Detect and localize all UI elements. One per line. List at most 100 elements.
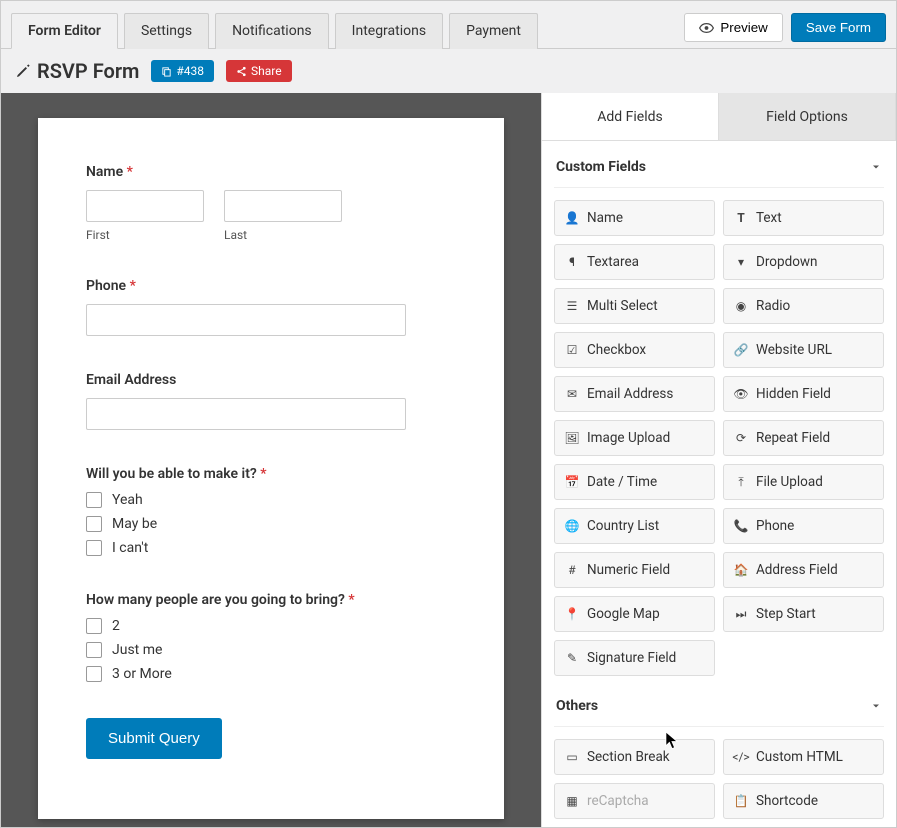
people-option[interactable]: Just me [86,642,456,658]
checkbox-icon[interactable] [86,492,102,508]
field-button-label: Section Break [587,749,670,765]
checkbox-icon[interactable] [86,666,102,682]
field-button-image-upload[interactable]: 🖼Image Upload [554,420,715,456]
last-name-input[interactable] [224,190,342,222]
required-asterisk: * [127,164,133,180]
people-label: How many people are you going to bring? … [86,592,456,608]
copy-icon [161,66,172,77]
section-custom-fields[interactable]: Custom Fields [554,145,884,188]
field-button-date-time[interactable]: 📅Date / Time [554,464,715,500]
preview-label: Preview [720,20,767,35]
shortcode-pill[interactable]: #438 [151,60,214,82]
email-label: Email Address [86,372,456,388]
page-title: RSVP Form [15,59,139,83]
tab-payment[interactable]: Payment [449,13,538,49]
chevron-down-icon [870,700,882,712]
tab-notifications[interactable]: Notifications [215,13,329,49]
tab-form-editor[interactable]: Form Editor [11,13,118,49]
people-option[interactable]: 3 or More [86,666,456,682]
field-people: How many people are you going to bring? … [86,592,456,682]
field-button-numeric-field[interactable]: # Numeric Field [554,552,715,588]
save-button[interactable]: Save Form [791,13,886,42]
field-button-shortcode[interactable]: 📋Shortcode [723,783,884,819]
step-icon: ⏭ [734,607,748,622]
submit-button[interactable]: Submit Query [86,718,222,759]
field-button-label: Numeric Field [587,562,670,578]
field-button-label: File Upload [756,474,823,490]
attend-label: Will you be able to make it? * [86,466,456,482]
field-button-name[interactable]: 👤Name [554,200,715,236]
image-icon: 🖼 [565,431,579,445]
tab-settings[interactable]: Settings [124,13,209,49]
checkbox-icon[interactable] [86,516,102,532]
field-button-label: Signature Field [587,650,676,666]
drop-icon: ▾ [734,255,748,269]
people-option[interactable]: 2 [86,618,456,634]
list-icon: ☰ [565,299,579,313]
checkbox-icon[interactable] [86,642,102,658]
field-button-signature-field[interactable]: ✎ Signature Field [554,640,715,676]
field-button-radio[interactable]: ◉ Radio [723,288,884,324]
eye-icon [699,22,714,34]
tab-add-label: Add Fields [597,109,663,125]
people-option-label: 2 [112,618,120,634]
radio-icon: ◉ [734,299,748,313]
field-button-dropdown[interactable]: ▾Dropdown [723,244,884,280]
field-button-repeat-field[interactable]: ⟳ Repeat Field [723,420,884,456]
field-button-label: Textarea [587,254,639,270]
user-icon: 👤 [565,211,579,225]
tab-options-label: Field Options [766,109,848,125]
email-input[interactable] [86,398,406,430]
repeat-icon: ⟳ [734,431,748,445]
save-label: Save Form [806,20,871,35]
section-others[interactable]: Others [554,684,884,727]
field-button-multi-select[interactable]: ☰Multi Select [554,288,715,324]
attend-option[interactable]: Yeah [86,492,456,508]
field-button-phone[interactable]: 📞Phone [723,508,884,544]
field-button-country-list[interactable]: 🌐Country List [554,508,715,544]
field-button-label: Text [756,210,782,226]
upload-icon: ⤒ [734,475,748,490]
field-button-google-map[interactable]: 📍Google Map [554,596,715,632]
field-button-text[interactable]: 𝐓Text [723,200,884,236]
field-button-label: Radio [756,298,790,314]
hash-icon: # [565,563,579,577]
field-button-label: Date / Time [587,474,657,490]
checkbox-icon[interactable] [86,540,102,556]
attend-option-label: Yeah [112,492,143,508]
field-button-textarea[interactable]: ¶Textarea [554,244,715,280]
form-canvas[interactable]: Name * First Last [1,93,541,827]
field-button-label: Checkbox [587,342,646,358]
attend-option[interactable]: May be [86,516,456,532]
field-button-hidden-field[interactable]: 👁Hidden Field [723,376,884,412]
sign-icon: ✎ [565,651,579,665]
title-text: RSVP Form [37,59,139,83]
attend-option[interactable]: I can't [86,540,456,556]
share-pill[interactable]: Share [226,60,292,82]
field-button-website-url[interactable]: 🔗Website URL [723,332,884,368]
field-button-checkbox[interactable]: ☑Checkbox [554,332,715,368]
phone-input[interactable] [86,304,406,336]
right-scroll[interactable]: Custom Fields 👤Name𝐓Text¶Textarea▾Dropdo… [542,141,896,827]
field-button-email-address[interactable]: ✉Email Address [554,376,715,412]
attend-option-label: I can't [112,540,148,556]
field-button-custom-html[interactable]: </>Custom HTML [723,739,884,775]
attend-option-label: May be [112,516,157,532]
section-custom-label: Custom Fields [556,159,646,175]
field-button-address-field[interactable]: 🏠Address Field [723,552,884,588]
addr-icon: 🏠 [734,563,748,577]
tab-add-fields[interactable]: Add Fields [542,93,719,140]
top-tabs: Form EditorSettingsNotificationsIntegrat… [1,1,896,49]
tab-field-options[interactable]: Field Options [719,93,896,140]
first-name-input[interactable] [86,190,204,222]
field-button-section-break[interactable]: ▭Section Break [554,739,715,775]
field-button-label: Repeat Field [756,430,830,446]
field-button-file-upload[interactable]: ⤒ File Upload [723,464,884,500]
tab-integrations[interactable]: Integrations [335,13,443,49]
checkbox-icon[interactable] [86,618,102,634]
right-panel: Add Fields Field Options Custom Fields 👤… [541,93,896,827]
pencil-icon [15,63,31,79]
field-button-step-start[interactable]: ⏭Step Start [723,596,884,632]
preview-button[interactable]: Preview [684,13,782,42]
hidden-icon: 👁 [734,387,748,401]
